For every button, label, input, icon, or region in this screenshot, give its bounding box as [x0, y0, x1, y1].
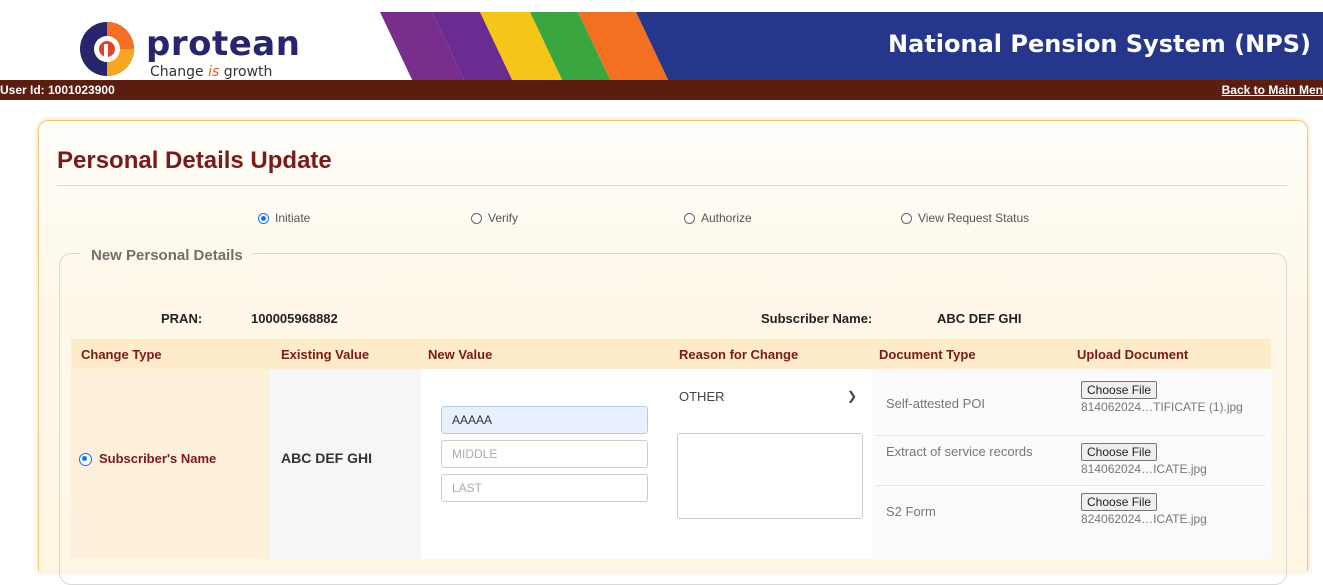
table-row: Subscriber's Name ABC DEF GHI AAAAA MIDD… — [71, 369, 1271, 559]
choose-file-button-s2-form[interactable]: Choose File — [1081, 493, 1158, 511]
subscriber-name-value: ABC DEF GHI — [937, 311, 1022, 326]
radio-verify-dot[interactable] — [471, 212, 482, 224]
system-title: National Pension System (NPS) — [888, 30, 1311, 58]
radio-initiate[interactable]: Initiate — [258, 211, 310, 225]
radio-verify-label: Verify — [488, 211, 519, 225]
change-type-radio[interactable] — [79, 453, 92, 466]
header-reason-for-change: Reason for Change — [679, 347, 799, 362]
radio-authorize[interactable]: Authorize — [684, 211, 752, 225]
new-middle-name-input[interactable]: MIDDLE — [441, 440, 648, 468]
document-type-s2-form: S2 Form — [886, 504, 936, 519]
pran-label: PRAN: — [161, 311, 203, 326]
header-existing-value: Existing Value — [281, 347, 370, 362]
subscriber-name-label: Subscriber Name: — [761, 311, 873, 326]
radio-verify[interactable]: Verify — [471, 211, 518, 225]
radio-view-request-status-dot[interactable] — [901, 212, 912, 224]
new-last-name-input[interactable]: LAST — [441, 474, 648, 502]
document-type-poi: Self-attested POI — [886, 396, 985, 411]
reason-select-value: OTHER — [679, 389, 725, 404]
radio-view-request-status-label: View Request Status — [918, 211, 1030, 225]
protean-logo: protean Change is growth — [78, 18, 378, 88]
header-change-type: Change Type — [81, 347, 162, 362]
protean-logo-icon — [80, 22, 134, 76]
table-header-row: Change Type Existing Value New Value Rea… — [71, 339, 1271, 369]
chevron-down-icon: ❯ — [846, 389, 857, 403]
radio-initiate-label: Initiate — [275, 211, 311, 225]
back-to-main-menu-link[interactable]: Back to Main Men — [1222, 83, 1323, 97]
radio-authorize-label: Authorize — [701, 211, 752, 225]
radio-initiate-dot[interactable] — [258, 212, 269, 224]
user-id: User Id: 1001023900 — [0, 83, 115, 97]
title-divider — [57, 185, 1287, 186]
new-first-name-input[interactable]: AAAAA — [441, 406, 648, 434]
action-radio-group: Initiate Verify Authorize View Request S… — [39, 211, 1307, 231]
personal-details-panel: Personal Details Update Initiate Verify … — [38, 120, 1308, 585]
document-divider — [875, 485, 1265, 486]
file-name-service-records: 814062024…ICATE.jpg — [1081, 462, 1207, 476]
header-document-type: Document Type — [879, 347, 976, 362]
reason-textarea[interactable] — [677, 433, 863, 519]
section-legend: New Personal Details — [81, 247, 253, 264]
document-type-service-records: Extract of service records — [886, 444, 1033, 459]
file-name-poi: 814062024…TIFICATE (1).jpg — [1081, 400, 1243, 414]
radio-authorize-dot[interactable] — [684, 212, 695, 224]
header-upload-document: Upload Document — [1077, 347, 1189, 362]
app-header: National Pension System (NPS) protean Ch… — [0, 0, 1323, 88]
pran-value: 100005968882 — [251, 311, 338, 326]
radio-view-request-status[interactable]: View Request Status — [901, 211, 1029, 225]
user-bar: User Id: 1001023900 Back to Main Men — [0, 80, 1323, 100]
reason-select[interactable]: OTHER ❯ — [679, 389, 863, 415]
document-divider — [875, 435, 1265, 436]
brand-name: protean — [146, 24, 301, 64]
choose-file-button-poi[interactable]: Choose File — [1081, 381, 1158, 399]
existing-value: ABC DEF GHI — [281, 450, 372, 466]
page-title: Personal Details Update — [57, 147, 332, 174]
file-name-s2-form: 824062024…ICATE.jpg — [1081, 512, 1207, 526]
header-new-value: New Value — [428, 347, 493, 362]
brand-tagline: Change is growth — [150, 64, 273, 80]
change-type-label: Subscriber's Name — [99, 451, 217, 466]
choose-file-button-service-records[interactable]: Choose File — [1081, 443, 1158, 461]
